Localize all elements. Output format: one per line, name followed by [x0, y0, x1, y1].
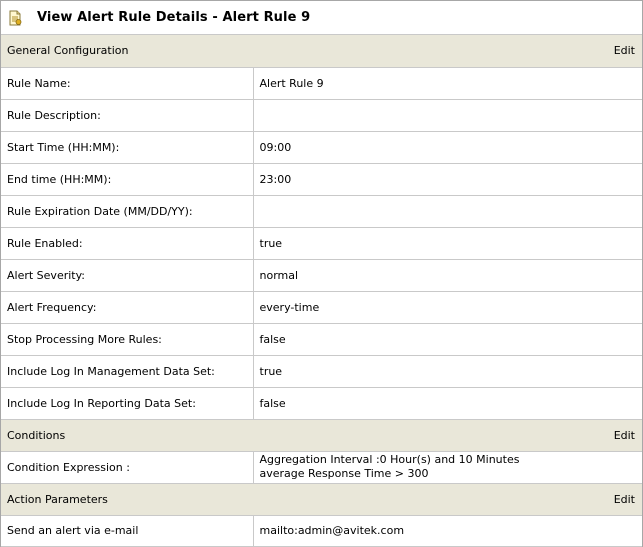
condition-line-2: average Response Time > 300 [259, 467, 429, 480]
row-value: every-time [253, 291, 642, 324]
alert-rule-details-panel: View Alert Rule Details - Alert Rule 9 G… [0, 0, 643, 547]
row-value: mailto:admin@avitek.com [253, 515, 642, 547]
edit-general-button[interactable]: Edit [614, 44, 636, 57]
section-title: Conditions [7, 428, 66, 442]
section-title: Action Parameters [7, 492, 108, 506]
table-row: Alert Frequency: every-time [1, 291, 642, 324]
row-value [253, 195, 642, 228]
edit-conditions-button[interactable]: Edit [614, 429, 636, 442]
table-row: Send an alert via e-mail mailto:admin@av… [1, 515, 642, 547]
row-label: Rule Name: [1, 67, 254, 100]
row-value [253, 99, 642, 132]
section-title: General Configuration [7, 44, 129, 58]
section-conditions: Conditions Edit [1, 419, 642, 452]
row-label: Rule Expiration Date (MM/DD/YY): [1, 195, 254, 228]
table-row: Condition Expression : Aggregation Inter… [1, 451, 642, 484]
condition-line-1: Aggregation Interval :0 Hour(s) and 10 M… [259, 453, 520, 466]
table-row: Rule Description: [1, 99, 642, 132]
row-value: true [253, 355, 642, 388]
row-value: true [253, 227, 642, 260]
edit-actions-button[interactable]: Edit [614, 493, 636, 506]
row-value: Aggregation Interval :0 Hour(s) and 10 M… [253, 451, 642, 484]
document-icon [7, 10, 23, 26]
table-row: Alert Severity: normal [1, 259, 642, 292]
row-label: Rule Description: [1, 99, 254, 132]
row-label: End time (HH:MM): [1, 163, 254, 196]
table-row: Rule Name: Alert Rule 9 [1, 67, 642, 100]
section-general-configuration: General Configuration Edit [1, 35, 642, 68]
row-label: Send an alert via e-mail [1, 515, 254, 547]
details-table: General Configuration Edit Rule Name: Al… [1, 35, 642, 547]
table-row: Include Log In Reporting Data Set: false [1, 387, 642, 420]
table-row: Start Time (HH:MM): 09:00 [1, 131, 642, 164]
title-bar: View Alert Rule Details - Alert Rule 9 [1, 1, 642, 35]
row-label: Include Log In Reporting Data Set: [1, 387, 254, 420]
section-action-parameters: Action Parameters Edit [1, 483, 642, 516]
row-label: Rule Enabled: [1, 227, 254, 260]
table-row: Rule Enabled: true [1, 227, 642, 260]
row-label: Start Time (HH:MM): [1, 131, 254, 164]
row-value: Alert Rule 9 [253, 67, 642, 100]
row-value: false [253, 323, 642, 356]
row-label: Condition Expression : [1, 451, 254, 484]
row-label: Stop Processing More Rules: [1, 323, 254, 356]
table-row: Include Log In Management Data Set: true [1, 355, 642, 388]
row-value: false [253, 387, 642, 420]
table-row: Rule Expiration Date (MM/DD/YY): [1, 195, 642, 228]
row-label: Include Log In Management Data Set: [1, 355, 254, 388]
table-row: Stop Processing More Rules: false [1, 323, 642, 356]
row-label: Alert Frequency: [1, 291, 254, 324]
row-label: Alert Severity: [1, 259, 254, 292]
page-title: View Alert Rule Details - Alert Rule 9 [37, 10, 311, 25]
table-row: End time (HH:MM): 23:00 [1, 163, 642, 196]
row-value: 09:00 [253, 131, 642, 164]
row-value: 23:00 [253, 163, 642, 196]
row-value: normal [253, 259, 642, 292]
